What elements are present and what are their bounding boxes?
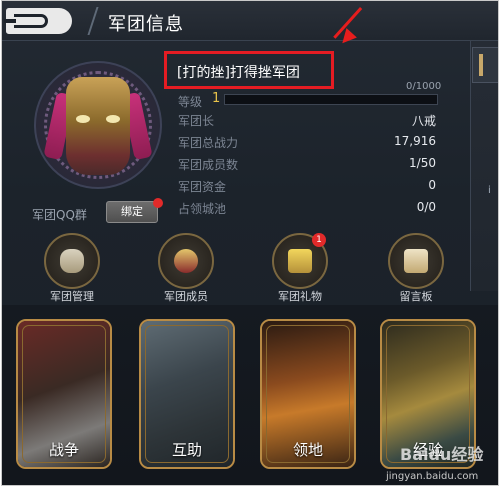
message-board-button[interactable]: 留言板 [376, 233, 456, 303]
message-board-label: 留言板 [399, 290, 433, 303]
bind-qq-button[interactable]: 绑定 [106, 201, 158, 223]
scroll-paper-icon [404, 249, 428, 273]
members-label: 军团成员数 [178, 158, 239, 172]
dragon-mask-icon [66, 77, 130, 175]
level-value: 1 [212, 91, 221, 106]
members-icon [158, 233, 214, 289]
gift-badge: 1 [312, 233, 326, 247]
territory-card[interactable]: 领地 [260, 319, 356, 469]
back-button[interactable] [4, 8, 72, 34]
dragon-icon [44, 233, 100, 289]
qq-group-label: 军团QQ群 [32, 208, 87, 222]
legion-manage-button[interactable]: 军团管理 [32, 233, 112, 303]
war-card[interactable]: 战争 [16, 319, 112, 469]
back-icon [4, 14, 48, 28]
cities-value: 0/0 [416, 200, 436, 214]
watermark-text: jingyan.baidu.com [386, 471, 479, 482]
baidu-logo: Baidu经验 [400, 445, 484, 464]
xp-text: 0/1000 [406, 81, 442, 92]
page-title: 军团信息 [108, 14, 184, 35]
leader-label: 军团长 [178, 114, 215, 128]
power-value: 17,916 [394, 134, 436, 148]
right-panel-text: i [488, 185, 491, 196]
power-label: 军团总战力 [178, 136, 239, 150]
members-value: 1/50 [409, 156, 436, 170]
scroll-icon [388, 233, 444, 289]
legion-emblem[interactable] [34, 61, 162, 189]
territory-label: 领地 [292, 441, 323, 459]
dragon-statue-icon [60, 249, 84, 273]
mutual-aid-label: 互助 [171, 441, 202, 459]
legion-members-label: 军团成员 [164, 290, 208, 303]
legion-name[interactable]: [打的挫]打得挫军团 [177, 62, 300, 82]
leader-value: 八戒 [411, 114, 436, 128]
legion-gift-label: 军团礼物 [278, 290, 322, 303]
mask-eye-left [76, 115, 90, 123]
gold-chest-icon [288, 249, 312, 273]
xp-progress-bar [224, 94, 438, 105]
tab-indicator-icon [479, 54, 483, 76]
right-panel-tab[interactable] [472, 47, 498, 83]
legion-name-highlight: [打的挫]打得挫军团 [164, 51, 334, 89]
notification-dot [153, 198, 163, 208]
war-label: 战争 [48, 441, 79, 459]
banner-icon [174, 249, 198, 273]
legion-gift-button[interactable]: 1 军团礼物 [260, 233, 340, 303]
header-bar: 军团信息 [2, 1, 498, 41]
legion-manage-label: 军团管理 [50, 290, 94, 303]
header-divider [71, 7, 99, 35]
funds-label: 军团资金 [178, 180, 227, 194]
legion-members-button[interactable]: 军团成员 [146, 233, 226, 303]
funds-value: 0 [428, 178, 436, 192]
mask-eye-right [106, 115, 120, 123]
mutual-aid-card[interactable]: 互助 [139, 319, 235, 469]
level-label: 等级 [178, 95, 203, 109]
cities-label: 占领城池 [178, 202, 227, 216]
legion-info-screen: 军团信息 [打的挫]打得挫军团 等级 1 0/1000 军团长 八戒 军团总战力… [1, 0, 499, 486]
